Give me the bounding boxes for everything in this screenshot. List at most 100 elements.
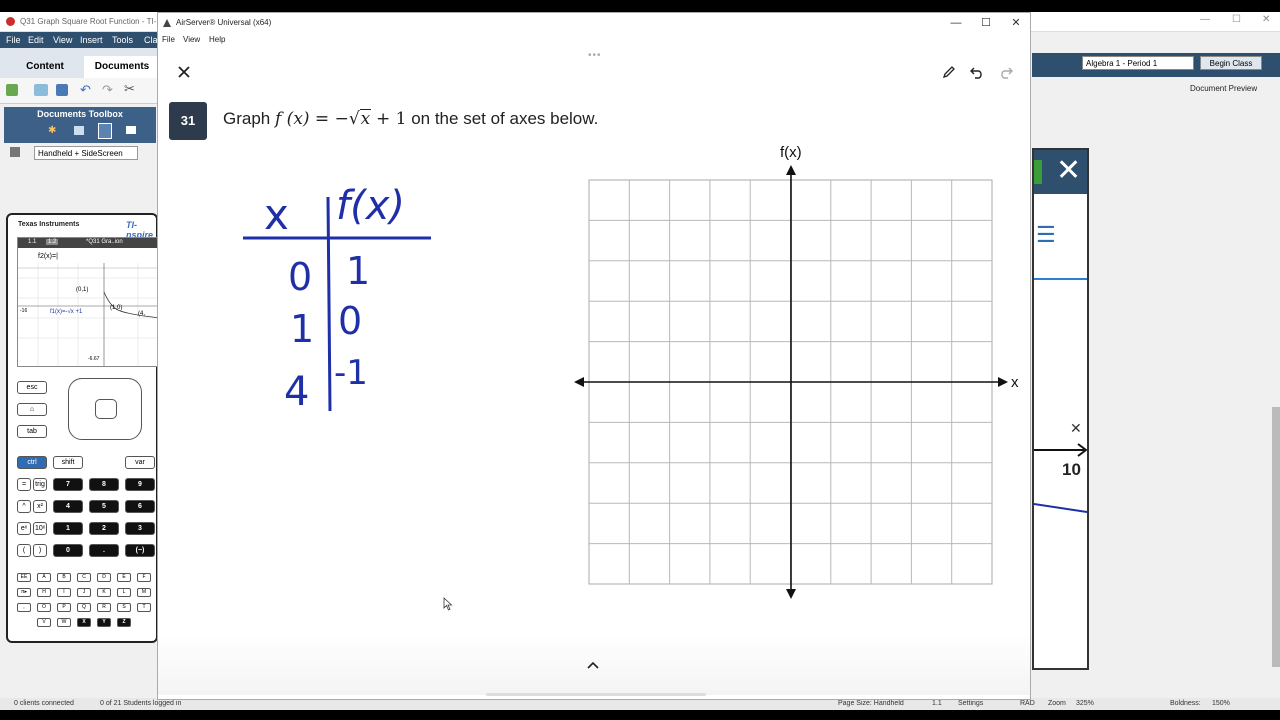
handheld-icon[interactable]: [98, 123, 112, 139]
key-l[interactable]: L: [117, 588, 131, 597]
key-a[interactable]: A: [37, 573, 51, 582]
bg-minimize-button[interactable]: —: [1200, 14, 1210, 25]
key-8[interactable]: 8: [89, 478, 119, 491]
status-boldness-value[interactable]: 150%: [1212, 700, 1230, 707]
key-equals[interactable]: =: [17, 478, 31, 491]
key-7[interactable]: 7: [53, 478, 83, 491]
side-close-icon[interactable]: ✕: [1056, 154, 1081, 188]
screen-tab-1-1[interactable]: 1.1: [28, 239, 36, 245]
key-t[interactable]: T: [137, 603, 151, 612]
key-var[interactable]: var: [125, 456, 155, 469]
key-decimal[interactable]: .: [89, 544, 119, 557]
side-menu-icon[interactable]: ☰: [1036, 220, 1056, 250]
key-1[interactable]: 1: [53, 522, 83, 535]
tab-content[interactable]: Content: [8, 56, 82, 78]
key-k[interactable]: K: [97, 588, 111, 597]
view-icon[interactable]: [10, 147, 20, 157]
bg-menu-view[interactable]: View: [53, 35, 72, 45]
key-negative[interactable]: (−): [125, 544, 155, 557]
key-o[interactable]: O: [37, 603, 51, 612]
tools-icon[interactable]: ✱: [48, 125, 56, 136]
cut-icon[interactable]: ✂: [124, 81, 135, 97]
scroll-handle[interactable]: [486, 693, 706, 696]
key-exp[interactable]: eˣ: [17, 522, 31, 535]
bg-scrollbar[interactable]: [1272, 407, 1280, 667]
key-z[interactable]: Z: [117, 618, 131, 627]
key-4[interactable]: 4: [53, 500, 83, 513]
close-window-button[interactable]: ✕: [1001, 15, 1031, 31]
bg-menu-edit[interactable]: Edit: [28, 35, 44, 45]
key-r[interactable]: R: [97, 603, 111, 612]
key-caret[interactable]: ^: [17, 500, 31, 513]
maximize-button[interactable]: ☐: [971, 15, 1001, 31]
key-0[interactable]: 0: [53, 544, 83, 557]
key-i[interactable]: I: [57, 588, 71, 597]
status-zoom-value[interactable]: 325%: [1076, 700, 1094, 707]
menu-file[interactable]: File: [162, 35, 175, 44]
menu-help[interactable]: Help: [209, 35, 225, 44]
f2-entry[interactable]: f2(x)=|: [38, 253, 58, 260]
screen-tab-1-2[interactable]: 1.2: [46, 239, 59, 245]
key-6[interactable]: 6: [125, 500, 155, 513]
bg-menu-insert[interactable]: Insert: [80, 35, 103, 45]
key-shift[interactable]: shift: [53, 456, 83, 469]
touchpad-center[interactable]: [95, 399, 117, 419]
key-b[interactable]: B: [57, 573, 71, 582]
drag-handle-icon[interactable]: •••: [588, 50, 602, 61]
minimize-button[interactable]: —: [941, 15, 971, 31]
key-m[interactable]: M: [137, 588, 151, 597]
content-explorer-icon[interactable]: [126, 126, 136, 134]
key-square[interactable]: x²: [33, 500, 47, 513]
key-h[interactable]: H: [37, 588, 51, 597]
key-comma[interactable]: ,: [17, 603, 31, 612]
key-q[interactable]: Q: [77, 603, 91, 612]
key-e[interactable]: E: [117, 573, 131, 582]
key-pi[interactable]: π▸: [17, 588, 31, 597]
undo-icon[interactable]: [969, 65, 985, 79]
coordinate-grid[interactable]: f(x) x: [568, 139, 1028, 609]
device-screen[interactable]: 1.1 1.2 *Q31 Gra..ion f2(x)=| (0,1) (1,0…: [17, 237, 159, 367]
chevron-up-icon[interactable]: [586, 660, 600, 670]
status-settings[interactable]: Settings: [958, 700, 983, 707]
class-select[interactable]: Algebra 1 - Period 1: [1082, 56, 1194, 70]
redo-icon[interactable]: [998, 65, 1014, 79]
key-trig[interactable]: trig: [33, 478, 47, 491]
menu-view[interactable]: View: [183, 35, 200, 44]
key-j[interactable]: J: [77, 588, 91, 597]
document-preview-label[interactable]: Document Preview: [1190, 84, 1257, 93]
touchpad[interactable]: [68, 378, 142, 440]
handheld-view-select[interactable]: Handheld + SideScreen: [34, 146, 138, 160]
key-home[interactable]: ⌂: [17, 403, 47, 416]
new-document-icon[interactable]: [6, 84, 18, 96]
pencil-icon[interactable]: [942, 65, 956, 79]
close-icon[interactable]: [175, 63, 193, 81]
key-x[interactable]: X: [77, 618, 91, 627]
bg-menu-tools[interactable]: Tools: [112, 35, 133, 45]
key-esc[interactable]: esc: [17, 381, 47, 394]
page-sorter-icon[interactable]: [74, 126, 84, 135]
save-icon[interactable]: [56, 84, 68, 96]
key-9[interactable]: 9: [125, 478, 155, 491]
key-w[interactable]: W: [57, 618, 71, 627]
key-s[interactable]: S: [117, 603, 131, 612]
key-3[interactable]: 3: [125, 522, 155, 535]
undo-icon-bg[interactable]: ↶: [80, 82, 91, 98]
bg-menu-class[interactable]: Cla: [144, 35, 158, 45]
key-5[interactable]: 5: [89, 500, 119, 513]
bg-maximize-button[interactable]: ☐: [1232, 14, 1241, 25]
key-v[interactable]: V: [37, 618, 51, 627]
key-ctrl[interactable]: ctrl: [17, 456, 47, 469]
key-p[interactable]: P: [57, 603, 71, 612]
bg-menu-file[interactable]: File: [6, 35, 21, 45]
key-2[interactable]: 2: [89, 522, 119, 535]
begin-class-button[interactable]: Begin Class: [1200, 56, 1262, 70]
key-ee[interactable]: EE: [17, 573, 31, 582]
key-close-paren[interactable]: ): [33, 544, 47, 557]
tab-documents[interactable]: Documents: [84, 56, 160, 78]
key-c[interactable]: C: [77, 573, 91, 582]
key-f[interactable]: F: [137, 573, 151, 582]
key-d[interactable]: D: [97, 573, 111, 582]
redo-icon-bg[interactable]: ↷: [102, 82, 113, 98]
key-y[interactable]: Y: [97, 618, 111, 627]
key-ten-power[interactable]: 10ˣ: [33, 522, 47, 535]
